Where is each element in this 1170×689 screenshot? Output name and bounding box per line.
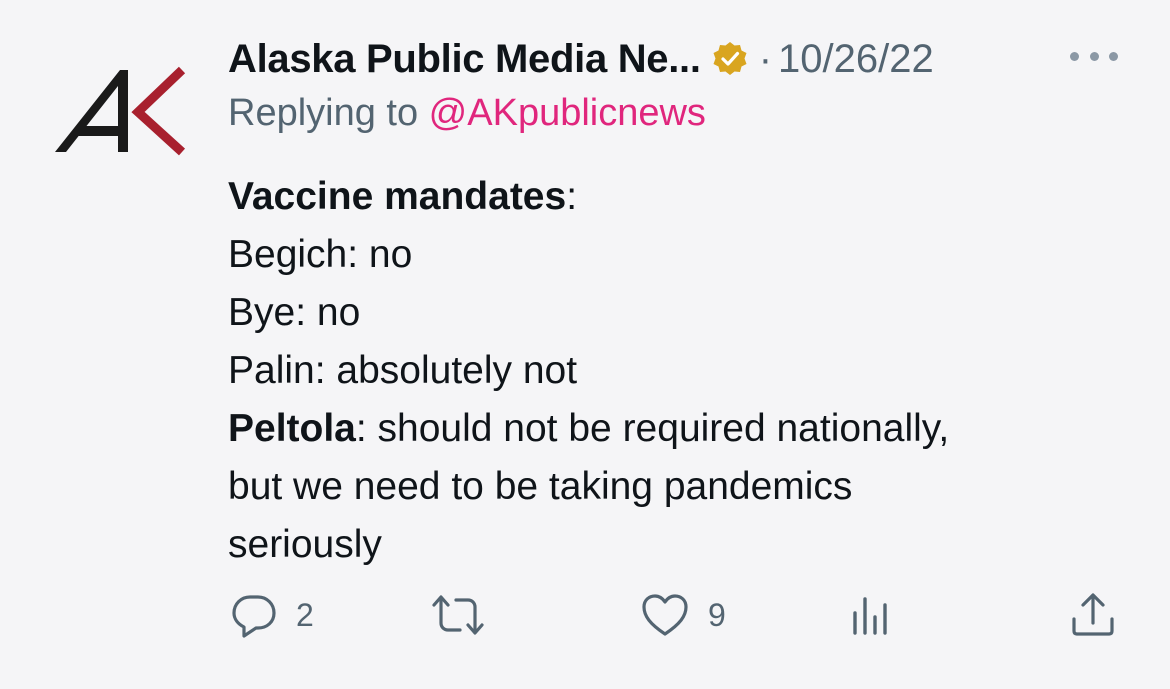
body-line: Begich: no [228,233,413,276]
replying-to-label: Replying to [228,92,429,134]
body-line: Vaccine mandates: [228,168,1128,226]
share-upload-icon [1072,593,1114,636]
ak-logo [55,66,186,156]
body-bold-text: Vaccine mandates [228,175,567,218]
retweet-icon [432,595,484,635]
body-text: : [566,175,578,218]
body-bold-text: Peltola [228,407,356,450]
avatar[interactable] [50,56,200,166]
retweet-button[interactable] [430,585,486,645]
verified-badge-icon [711,40,749,78]
tweet-header: Alaska Public Media Ne... · 10/26/22 [228,30,934,88]
body-line: but we need to be taking pandemics [228,465,853,508]
tweet: Alaska Public Media Ne... · 10/26/22 Rep… [0,0,1170,689]
body-line: Palin: absolutely not [228,349,578,392]
body-line: Peltola: should not be required national… [228,400,1128,458]
more-horizontal-icon[interactable] [1070,36,1118,76]
body-text: : should not be required nationally, [355,407,950,450]
like-button[interactable]: 9 [640,585,726,645]
reply-mention-link[interactable]: @AKpublicnews [429,92,706,134]
tweet-date[interactable]: 10/26/22 [778,37,934,82]
replying-to: Replying to @AKpublicnews [228,92,706,135]
share-button[interactable] [1070,585,1116,645]
like-count: 9 [708,596,726,633]
views-button[interactable] [850,585,892,645]
body-line: Bye: no [228,291,361,334]
header-separator: · [758,36,773,81]
action-bar: 2 9 [0,585,1170,645]
reply-count: 2 [296,596,314,633]
body-line: seriously [228,523,382,566]
reply-button[interactable]: 2 [230,585,314,645]
heart-icon [642,594,688,636]
analytics-bars-icon [853,597,887,635]
author-name[interactable]: Alaska Public Media Ne... [228,37,701,82]
tweet-body: Vaccine mandates: Begich: no Bye: no Pal… [228,168,1128,574]
reply-bubble-icon [232,595,276,638]
